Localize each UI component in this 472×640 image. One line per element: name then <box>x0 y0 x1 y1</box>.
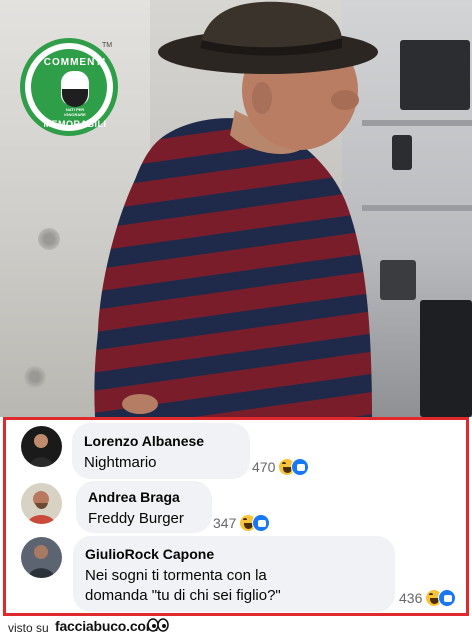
logo-tagline: NATI PER IGNORARE <box>64 107 86 117</box>
comment-bubble: GiulioRock Capone Nei sogni ti tormenta … <box>73 536 395 612</box>
comment-bubble: Andrea Braga Freddy Burger <box>76 481 212 533</box>
avatar[interactable] <box>21 537 62 578</box>
comment-bubble: Lorenzo Albanese Nightmario <box>72 423 250 479</box>
avatar[interactable] <box>21 483 62 524</box>
comment-text-line-1: Nei sogni ti tormenta con la <box>85 567 267 584</box>
eyes-logo-icon <box>147 618 169 632</box>
avatar-photo-icon <box>21 426 62 467</box>
trademark-mark: TM <box>102 42 113 49</box>
reaction-summary[interactable]: 436 <box>399 589 457 607</box>
reaction-summary[interactable]: 347 <box>213 514 271 532</box>
comment-text: Nightmario <box>84 454 157 471</box>
beard-icon <box>62 89 88 107</box>
like-reaction-icon <box>252 514 271 532</box>
comments-panel: Lorenzo Albanese Nightmario 470 Andrea B… <box>3 417 469 616</box>
logo-bottom-text: MEMORABILI <box>43 119 107 129</box>
comment-author[interactable]: GiulioRock Capone <box>85 545 381 563</box>
reaction-count: 347 <box>213 515 237 531</box>
avatar[interactable] <box>21 426 62 467</box>
avatar-photo-icon <box>21 483 62 524</box>
footer-watermark: visto su facciabuco.com <box>0 616 472 640</box>
comment-text-line-2: domanda "tu di chi sei figlio?" <box>85 587 281 604</box>
reaction-count: 470 <box>252 459 276 475</box>
comment-author[interactable]: Andrea Braga <box>88 488 198 506</box>
avatar-photo-icon <box>21 537 62 578</box>
comment-author[interactable]: Lorenzo Albanese <box>84 432 236 450</box>
logo-top-text: COMMENTI <box>43 57 107 68</box>
site-link[interactable]: facciabuco.com <box>55 618 158 634</box>
reaction-count: 436 <box>399 590 423 606</box>
meme-photo: COMMENTI NATI PER IGNORARE MEMORABILI TM <box>0 0 472 417</box>
footer-prefix: visto su <box>8 621 49 635</box>
logo-badge: COMMENTI NATI PER IGNORARE MEMORABILI <box>31 49 107 129</box>
like-reaction-icon <box>291 458 310 476</box>
comment-text: Freddy Burger <box>88 510 184 527</box>
like-reaction-icon <box>438 589 457 607</box>
reaction-summary[interactable]: 470 <box>252 458 310 476</box>
commenti-memorabili-logo: COMMENTI NATI PER IGNORARE MEMORABILI <box>20 38 118 136</box>
